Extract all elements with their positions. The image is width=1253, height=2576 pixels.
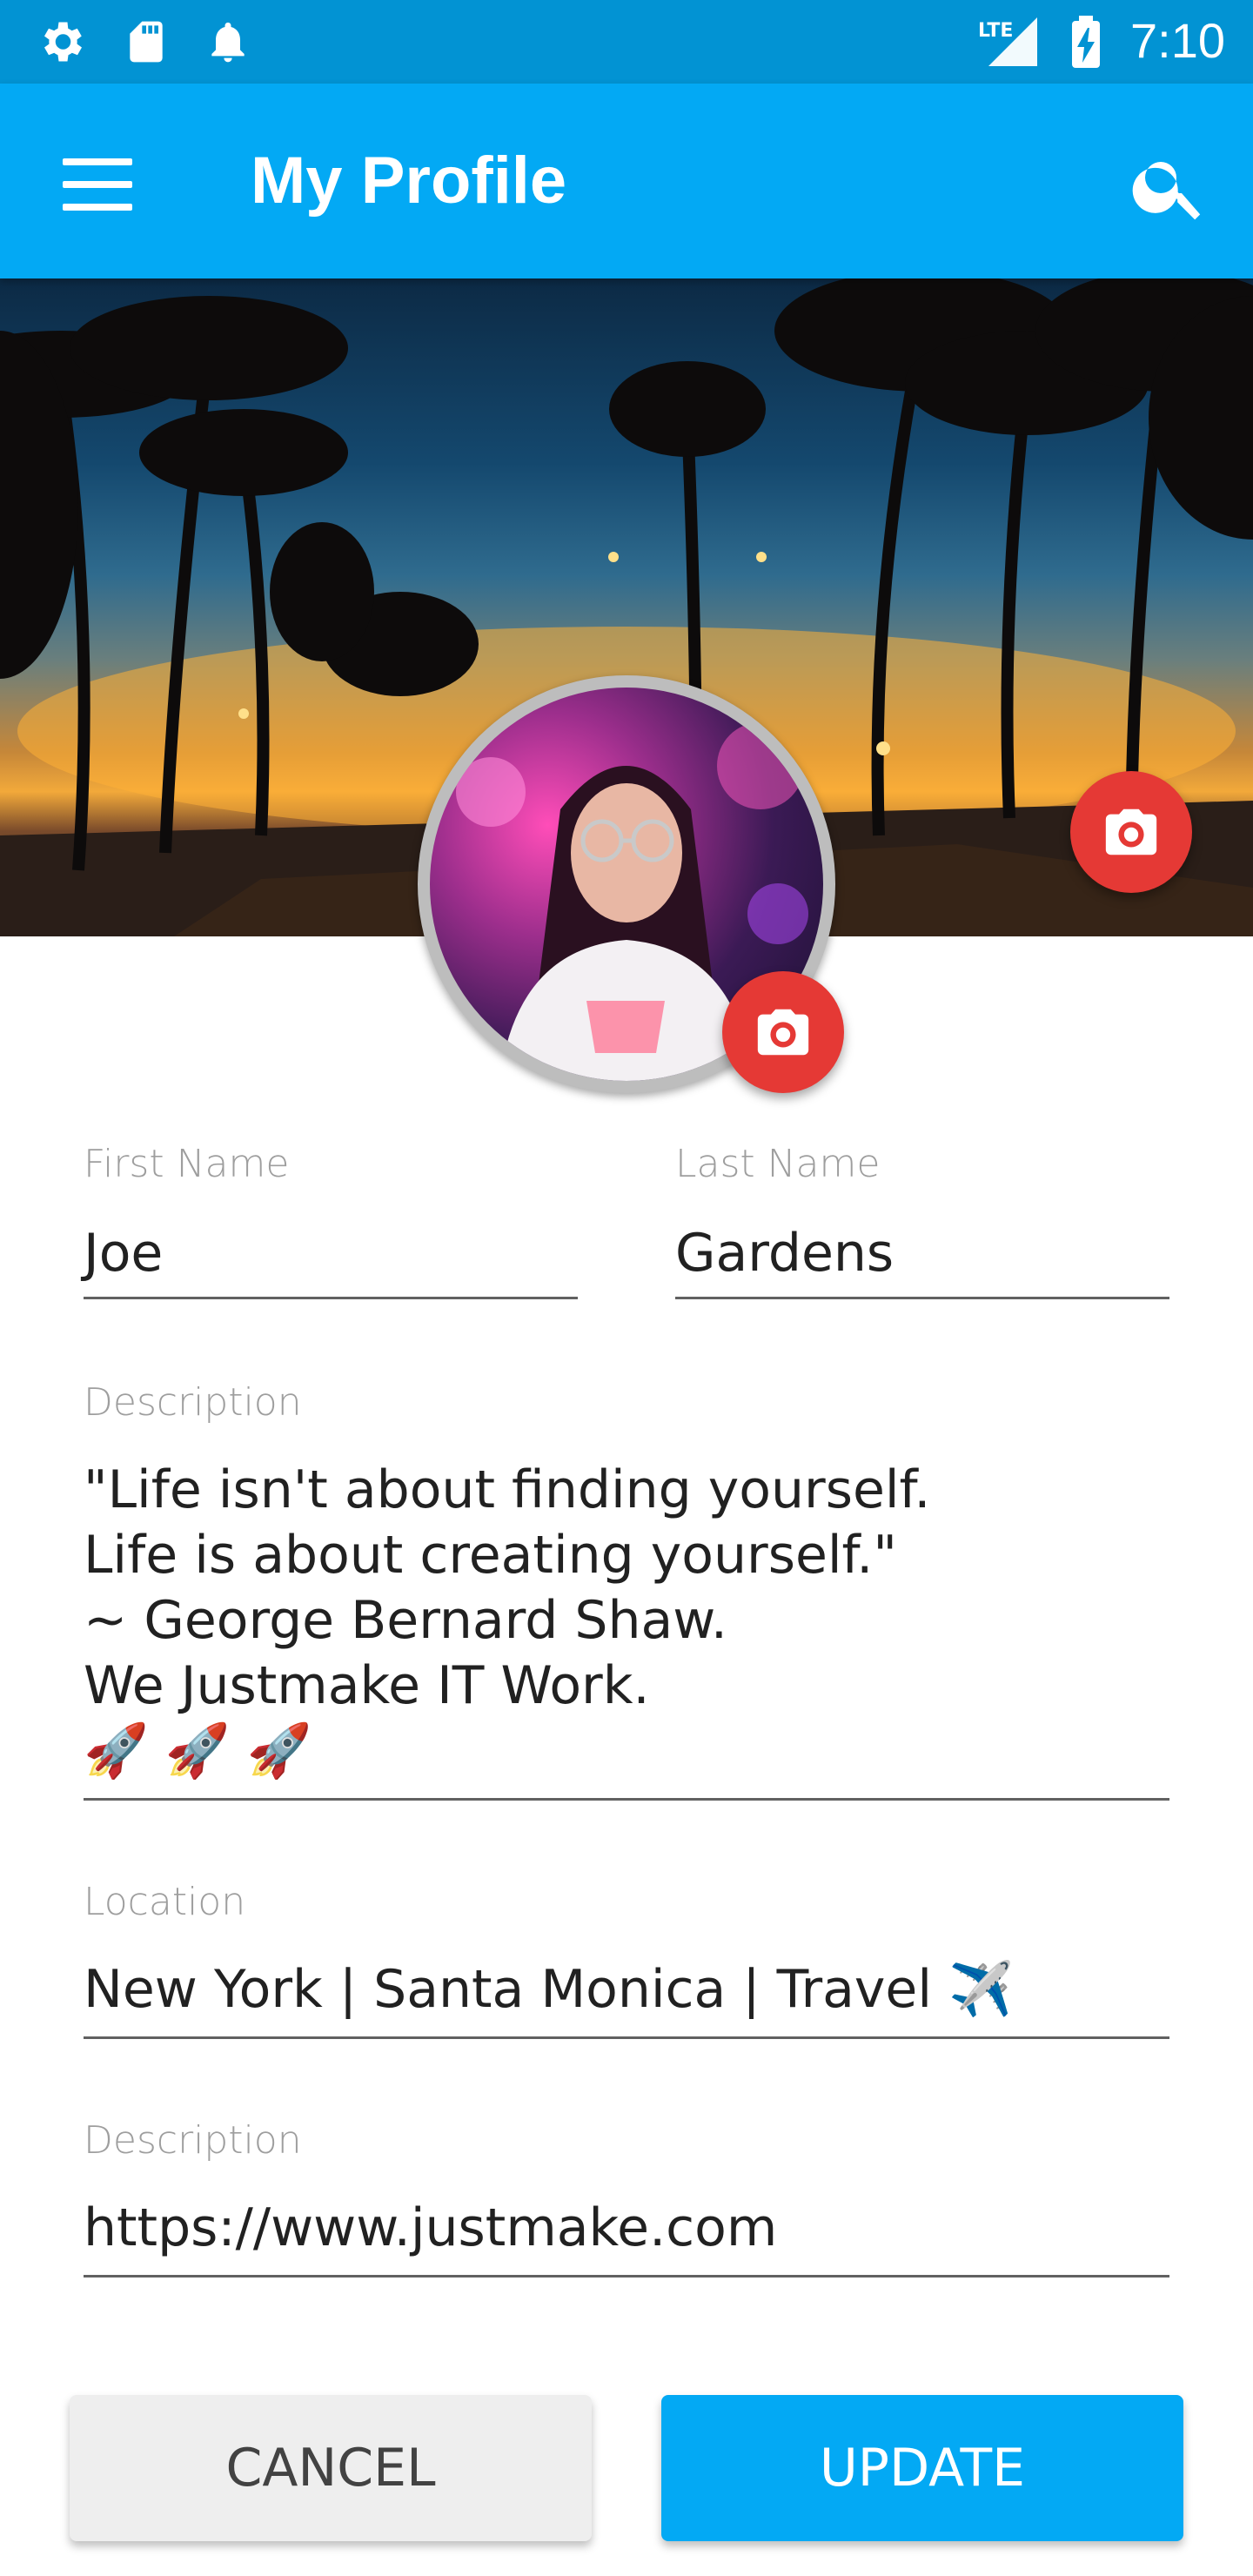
svg-text:LTE: LTE xyxy=(978,20,1013,42)
website-label: Description xyxy=(84,2118,302,2163)
change-avatar-button[interactable] xyxy=(722,971,844,1093)
settings-icon xyxy=(35,16,87,72)
update-button[interactable]: UPDATE xyxy=(661,2395,1183,2541)
cancel-button[interactable]: CANCEL xyxy=(70,2395,592,2541)
status-bar: LTE 7:10 xyxy=(0,0,1253,84)
description-input[interactable]: "Life isn't about finding yourself. Life… xyxy=(84,1458,1169,1784)
location-field[interactable]: Location New York | Santa Monica | Trave… xyxy=(84,1880,1169,2042)
website-underline xyxy=(84,2275,1169,2277)
description-label: Description xyxy=(84,1380,302,1425)
app-bar: My Profile xyxy=(0,84,1253,278)
menu-icon[interactable] xyxy=(63,158,132,211)
lte-signal-icon: LTE xyxy=(978,14,1041,74)
first-name-field[interactable]: First Name Joe xyxy=(84,1142,578,1302)
description-field[interactable]: Description "Life isn't about finding yo… xyxy=(84,1380,1169,1803)
location-underline xyxy=(84,2036,1169,2039)
first-name-label: First Name xyxy=(84,1142,290,1186)
battery-charging-icon xyxy=(1069,14,1103,74)
last-name-underline xyxy=(675,1297,1169,1299)
last-name-input[interactable]: Gardens xyxy=(675,1221,1169,1286)
description-underline xyxy=(84,1798,1169,1801)
website-field[interactable]: Description https://www.justmake.com xyxy=(84,2118,1169,2280)
location-label: Location xyxy=(84,1880,246,1924)
first-name-underline xyxy=(84,1297,578,1299)
search-icon[interactable] xyxy=(1128,144,1211,228)
sd-card-icon xyxy=(122,16,171,72)
last-name-label: Last Name xyxy=(675,1142,881,1186)
change-cover-photo-button[interactable] xyxy=(1070,771,1192,893)
last-name-field[interactable]: Last Name Gardens xyxy=(675,1142,1169,1302)
camera-icon xyxy=(1105,808,1157,855)
camera-icon xyxy=(757,1009,809,1056)
first-name-input[interactable]: Joe xyxy=(84,1221,578,1286)
notification-bell-icon xyxy=(204,16,252,72)
status-time: 7:10 xyxy=(1130,13,1225,68)
page-title: My Profile xyxy=(251,144,567,218)
website-input[interactable]: https://www.justmake.com xyxy=(84,2196,1169,2261)
location-input[interactable]: New York | Santa Monica | Travel ✈️ xyxy=(84,1957,1169,2023)
